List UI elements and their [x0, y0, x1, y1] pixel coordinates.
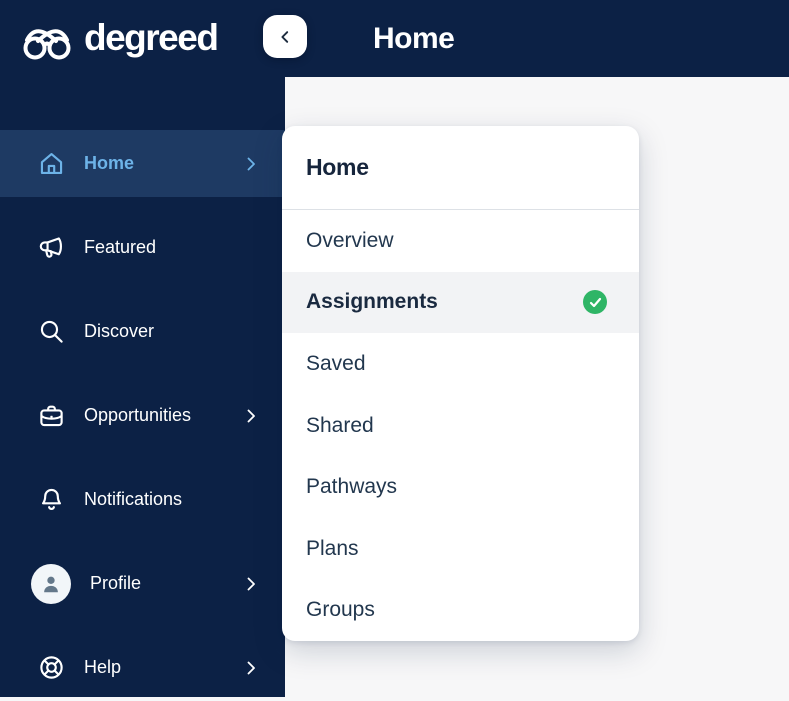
flyout-item-pathways[interactable]: Pathways — [282, 456, 639, 518]
sidebar-item-label: Discover — [84, 321, 155, 341]
flyout-item-label: Pathways — [306, 475, 398, 499]
flyout-item-label: Overview — [306, 228, 394, 252]
flyout-item-shared[interactable]: Shared — [282, 395, 639, 457]
sidebar-item-help[interactable]: Help — [0, 634, 285, 701]
sidebar-item-label: Featured — [84, 237, 157, 257]
search-icon — [38, 318, 65, 345]
sidebar-item-label: Notifications — [84, 489, 183, 509]
sidebar-item-label: Home — [84, 153, 135, 173]
page-title: Home — [373, 21, 455, 55]
megaphone-icon — [38, 234, 65, 261]
sidebar-item-label: Opportunities — [84, 405, 192, 425]
flyout-item-overview[interactable]: Overview — [282, 210, 639, 272]
chevron-left-icon — [281, 30, 289, 43]
flyout-item-saved[interactable]: Saved — [282, 333, 639, 395]
check-icon — [583, 290, 607, 315]
sidebar-item-profile[interactable]: Profile — [0, 550, 285, 617]
flyout-item-label: Shared — [306, 413, 374, 437]
flyout-item-label: Plans — [306, 536, 359, 560]
sidebar-item-featured[interactable]: Featured — [0, 214, 285, 281]
flyout-list: Overview Assignments Saved Shared Pathwa… — [282, 210, 639, 641]
sidebar-item-opportunities[interactable]: Opportunities — [0, 382, 285, 449]
chevron-right-icon — [247, 157, 255, 170]
flyout-item-label: Assignments — [306, 290, 438, 314]
flyout-title: Home — [282, 126, 639, 210]
sidebar-item-label: Profile — [90, 573, 142, 593]
flyout-item-plans[interactable]: Plans — [282, 518, 639, 580]
bell-icon — [38, 486, 65, 513]
sidebar-item-notifications[interactable]: Notifications — [0, 466, 285, 533]
flyout-item-label: Groups — [306, 598, 375, 622]
sidebar-nav: Home Featured Discover Opportunities Not… — [0, 130, 285, 701]
sidebar-collapse-button[interactable] — [263, 15, 307, 58]
sidebar-item-home[interactable]: Home — [0, 130, 285, 197]
flyout-item-label: Saved — [306, 351, 366, 375]
life-buoy-icon — [38, 654, 65, 681]
chevron-right-icon — [247, 661, 255, 674]
home-icon — [38, 150, 65, 177]
flyout-item-groups[interactable]: Groups — [282, 579, 639, 641]
avatar — [31, 563, 71, 604]
logo-text: degreed — [84, 16, 219, 58]
sidebar-item-label: Help — [84, 657, 122, 677]
briefcase-icon — [38, 402, 65, 429]
home-flyout-menu: Home Overview Assignments Saved Shared P… — [282, 126, 639, 641]
chevron-right-icon — [247, 409, 255, 422]
flyout-item-assignments[interactable]: Assignments — [282, 271, 639, 334]
sidebar: degreed Home Featured Discover Opportuni… — [0, 0, 285, 697]
degreed-glasses-icon — [23, 28, 71, 59]
person-icon — [44, 576, 58, 592]
top-header-bar: Home — [285, 0, 789, 77]
app-window: degreed Home Featured Discover Opportuni… — [0, 0, 789, 697]
logo[interactable]: degreed — [0, 0, 285, 77]
chevron-right-icon — [247, 577, 255, 590]
sidebar-item-discover[interactable]: Discover — [0, 298, 285, 365]
